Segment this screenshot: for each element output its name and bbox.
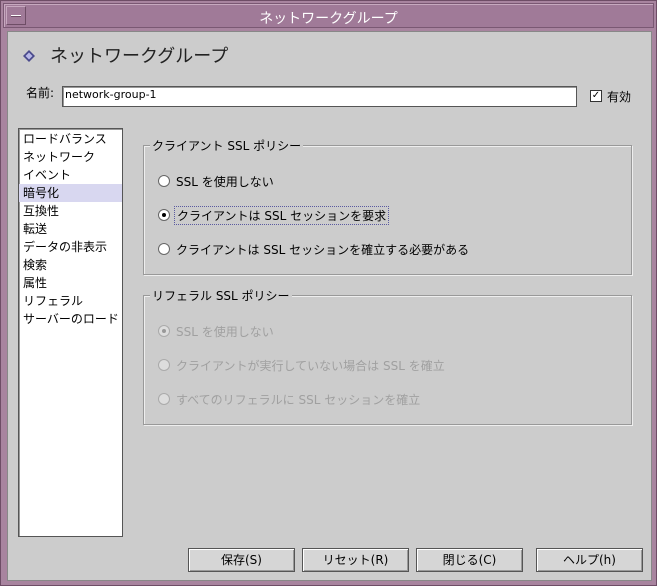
close-button[interactable]: 閉じる(C) [416, 548, 523, 572]
title-bar[interactable]: ネットワークグループ [3, 3, 654, 28]
radio-label: SSL を使用しない [176, 325, 274, 339]
network-group-window: ネットワークグループ ネットワークグループ 名前: network-group-… [0, 0, 657, 586]
radio-button[interactable] [158, 359, 170, 371]
list-item-load-balance[interactable]: ロードバランス [19, 130, 122, 148]
radio-label: SSL を使用しない [176, 175, 274, 189]
enabled-label: 有効 [607, 90, 632, 104]
client-ssl-policy-group: クライアント SSL ポリシー SSL を使用しない クライアントは SSL セ… [143, 137, 632, 275]
list-item-referral[interactable]: リフェラル [19, 292, 122, 310]
list-item-network[interactable]: ネットワーク [19, 148, 122, 166]
diamond-icon [23, 50, 35, 62]
list-item-compatibility[interactable]: 互換性 [19, 202, 122, 220]
radio-button[interactable] [158, 243, 170, 255]
list-item-forwarding[interactable]: 転送 [19, 220, 122, 238]
list-item-events[interactable]: イベント [19, 166, 122, 184]
radio-button[interactable] [158, 393, 170, 405]
referral-ssl-policy-group: リフェラル SSL ポリシー SSL を使用しない クライアントが実行していない… [143, 287, 632, 425]
radio-label: すべてのリフェラルに SSL セッションを確立 [176, 393, 421, 407]
list-item-data-hiding[interactable]: データの非表示 [19, 238, 122, 256]
referral-ssl-policy-legend: リフェラル SSL ポリシー [150, 287, 292, 304]
client-ssl-policy-legend: クライアント SSL ポリシー [150, 137, 304, 154]
radio-label: クライアントは SSL セッションを要求 [174, 206, 390, 225]
enabled-checkbox[interactable]: ✓ [590, 90, 602, 102]
radio-button[interactable] [158, 325, 170, 337]
list-item-server-load[interactable]: サーバーのロード [19, 310, 122, 328]
dialog-content: ネットワークグループ 名前: network-group-1 ✓ 有効 ロードバ… [7, 31, 652, 581]
window-title: ネットワークグループ [259, 11, 398, 27]
radio-label: クライアントは SSL セッションを確立する必要がある [176, 243, 470, 257]
name-input[interactable]: network-group-1 [62, 86, 577, 107]
list-item-attributes[interactable]: 属性 [19, 274, 122, 292]
save-button[interactable]: 保存(S) [188, 548, 295, 572]
category-list: ロードバランス ネットワーク イベント 暗号化 互換性 転送 データの非表示 検… [18, 128, 123, 537]
list-item-search[interactable]: 検索 [19, 256, 122, 274]
radio-button[interactable] [158, 175, 170, 187]
reset-button[interactable]: リセット(R) [302, 548, 409, 572]
help-button[interactable]: ヘルプ(h) [536, 548, 643, 572]
list-item-encryption[interactable]: 暗号化 [19, 184, 122, 202]
radio-button[interactable] [158, 209, 170, 221]
page-title: ネットワークグループ [50, 46, 229, 67]
radio-label: クライアントが実行していない場合は SSL を確立 [176, 359, 445, 373]
name-label: 名前: [26, 86, 55, 100]
